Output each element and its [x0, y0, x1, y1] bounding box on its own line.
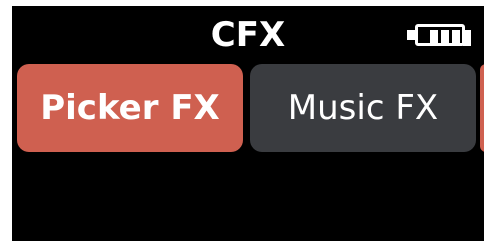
battery-icon	[407, 24, 471, 52]
device-screen: CFX Picker FX Music FX	[12, 6, 484, 241]
battery-bar	[463, 30, 471, 46]
fx-tab-bar: Picker FX Music FX	[12, 64, 484, 154]
battery-bar	[452, 30, 460, 46]
battery-cap	[407, 30, 415, 40]
tab-music-fx[interactable]: Music FX	[250, 64, 476, 152]
tab-next-partial[interactable]	[480, 64, 484, 152]
tab-picker-fx-label: Picker FX	[40, 88, 220, 128]
battery-body	[415, 24, 471, 46]
battery-bar	[430, 30, 438, 46]
tab-music-fx-label: Music FX	[287, 88, 439, 128]
tab-picker-fx[interactable]: Picker FX	[17, 64, 243, 152]
battery-bar	[441, 30, 449, 46]
battery-level-bars	[430, 30, 474, 46]
